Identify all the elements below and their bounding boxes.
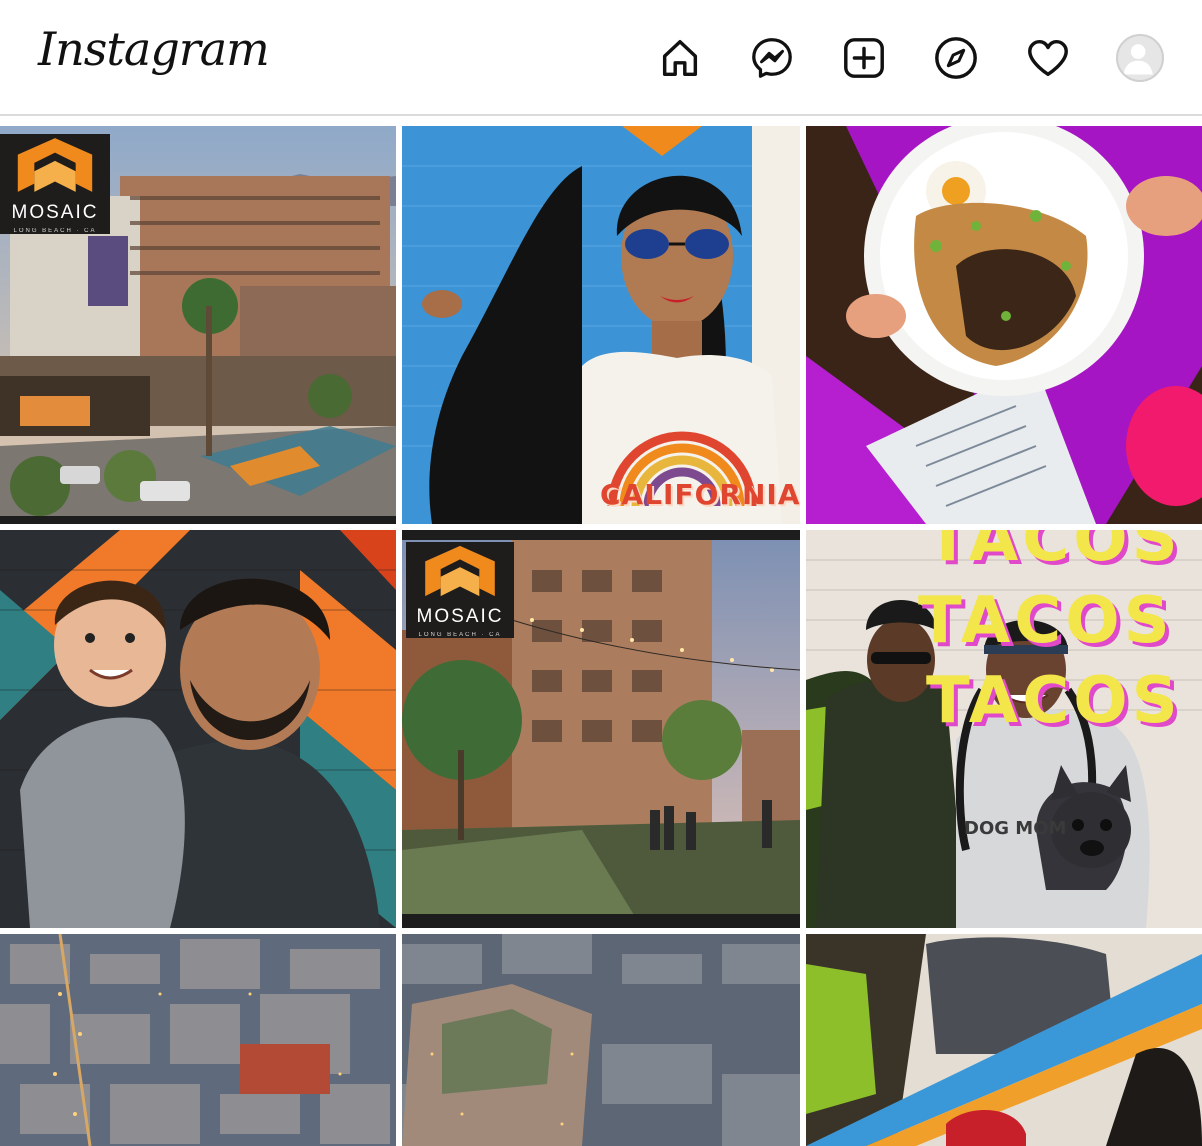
california-shirt-text: CALIFORNIA [600, 478, 800, 511]
mosaic-brand-sub: LONG BEACH · CA [13, 228, 97, 234]
post-mosaic-courtyard[interactable]: MOSAIC LONG BEACH · CA [402, 530, 800, 928]
post-tacos-mural[interactable]: TACOS TACOS TACOS DOG MOM [806, 530, 1202, 928]
mosaic-brand-logo: MOSAIC LONG BEACH · CA [406, 542, 514, 638]
mosaic-logo-icon [425, 545, 495, 597]
mosaic-brand-name: MOSAIC [416, 606, 504, 627]
top-navigation-bar: Instagram [0, 0, 1202, 116]
instagram-logo[interactable]: Instagram [38, 22, 270, 76]
new-post-icon[interactable] [840, 34, 888, 82]
post-mosaic-rendering[interactable]: MOSAIC LONG BEACH · CA [0, 126, 396, 524]
dog-mom-shirt-text: DOG MOM [964, 818, 1067, 839]
post-mural-stripe[interactable] [806, 934, 1202, 1146]
mosaic-logo-icon [17, 138, 93, 192]
post-grid: MOSAIC LONG BEACH · CA CALIFORNIA MOSAIC… [0, 126, 1202, 1146]
tacos-mural-line-3: TACOS [926, 664, 1182, 738]
home-icon[interactable] [656, 34, 704, 82]
post-aerial-development[interactable] [402, 934, 800, 1146]
mosaic-brand-sub: LONG BEACH · CA [418, 632, 502, 638]
explore-icon[interactable] [932, 34, 980, 82]
messenger-icon[interactable] [748, 34, 796, 82]
mosaic-brand-name: MOSAIC [11, 202, 99, 223]
post-california-portrait[interactable]: CALIFORNIA [402, 126, 800, 524]
activity-heart-icon[interactable] [1024, 34, 1072, 82]
tacos-mural-line-1: TACOS [926, 530, 1182, 576]
tacos-mural-line-2: TACOS [918, 584, 1174, 658]
post-aerial-city[interactable] [0, 934, 396, 1146]
profile-avatar[interactable] [1116, 34, 1164, 82]
post-food-plate[interactable] [806, 126, 1202, 524]
mosaic-brand-logo: MOSAIC LONG BEACH · CA [0, 134, 110, 234]
post-father-child-mural[interactable] [0, 530, 396, 928]
